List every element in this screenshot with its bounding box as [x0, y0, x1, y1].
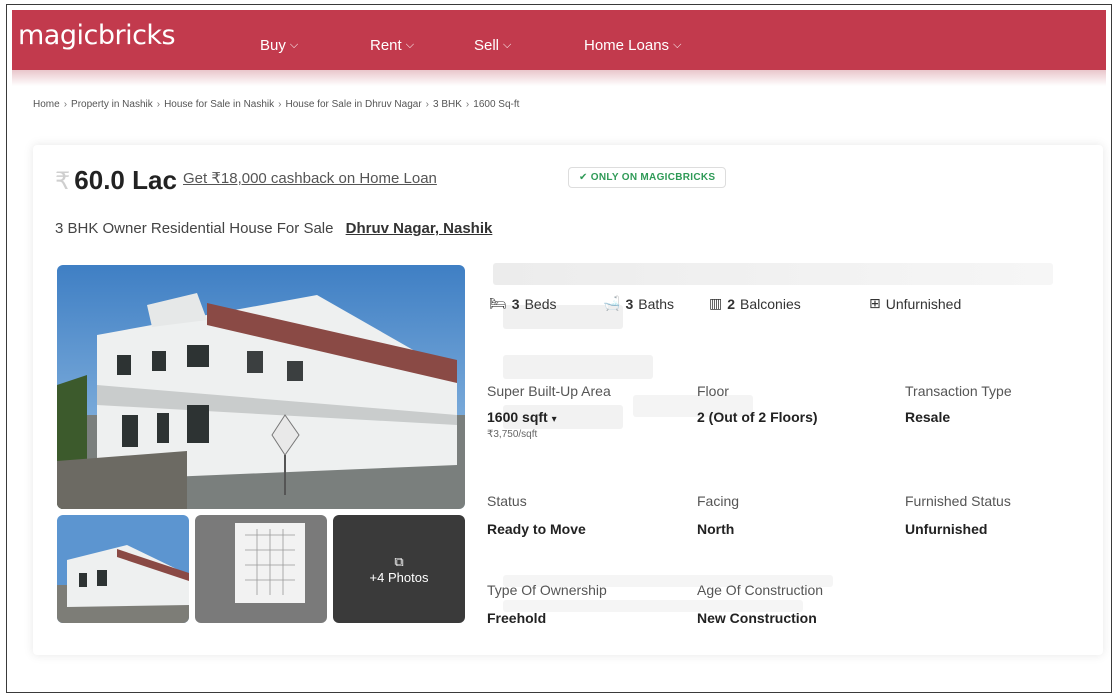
nav-buy-label: Buy	[260, 37, 286, 54]
thumbnail-more-photos[interactable]: ⧉ +4 Photos	[333, 515, 465, 623]
beds-count: 3	[511, 295, 520, 312]
only-on-magicbricks-badge: ✔ ONLY ON MAGICBRICKS	[568, 167, 727, 188]
check-icon: ✔	[579, 172, 588, 183]
area-label: Super Built-Up Area	[487, 383, 611, 399]
header-shadow	[12, 70, 1106, 86]
breadcrumb: Home › Property in Nashik › House for Sale…	[33, 99, 520, 110]
chevron-down-icon: ▾	[551, 414, 557, 425]
nav-home-loans[interactable]: Home Loans ⌵	[584, 37, 681, 54]
breadcrumb-house-for-sale-nashik[interactable]: House for Sale in Nashik	[164, 99, 274, 110]
thumbnail-floor-plan[interactable]	[195, 515, 327, 623]
chevron-down-icon: ⌵	[673, 39, 682, 51]
balcony-icon: ▥	[709, 295, 723, 311]
status-label: Status	[487, 493, 527, 509]
chevron-down-icon: ⌵	[289, 39, 299, 51]
breadcrumb-area: 1600 Sq-ft	[473, 99, 520, 110]
furnishing-label: Unfurnished	[885, 295, 962, 312]
furnished-status-value: Unfurnished	[905, 521, 988, 537]
age-label: Age Of Construction	[697, 582, 824, 598]
nav-rent-label: Rent	[370, 37, 402, 54]
badge-label: ONLY ON MAGICBRICKS	[590, 172, 716, 183]
nav-sell-label: Sell	[474, 37, 500, 54]
floor-label: Floor	[697, 383, 729, 399]
nav-home-loans-label: Home Loans	[584, 37, 670, 54]
price-amount: 60.0 Lac	[74, 165, 177, 195]
top-navigation-bar: magicbricks Buy ⌵ Rent ⌵ Sell ⌵ Home Loa…	[12, 10, 1106, 70]
thumbnail-photo-1[interactable]	[57, 515, 189, 623]
baths-label: Baths	[638, 295, 675, 312]
location-link[interactable]: Dhruv Nagar, Nashik	[346, 220, 493, 237]
window-icon: ⊞	[869, 295, 881, 311]
listing-title-text: 3 BHK Owner Residential House For Sale	[55, 220, 334, 237]
house-thumbnail	[57, 515, 189, 623]
facing-label: Facing	[697, 493, 740, 509]
bed-icon: 🛏	[489, 295, 507, 311]
amenity-furnishing: ⊞ Unfurnished	[869, 295, 961, 312]
baths-count: 3	[625, 295, 634, 312]
balconies-label: Balconies	[740, 295, 801, 312]
nav-sell[interactable]: Sell ⌵	[474, 37, 511, 54]
status-value: Ready to Move	[487, 521, 586, 537]
ownership-value: Freehold	[487, 610, 547, 626]
floor-plan-thumbnail	[195, 515, 327, 623]
listing-title: 3 BHK Owner Residential House For Sale D…	[55, 220, 492, 237]
transaction-value: Resale	[905, 409, 951, 425]
more-photos-label: +4 Photos	[369, 569, 429, 585]
breadcrumb-house-for-sale-dhruv-nagar[interactable]: House for Sale in Dhruv Nagar	[285, 99, 421, 110]
amenity-beds: 🛏 3 Beds	[489, 295, 557, 312]
amenity-balconies: ▥ 2 Balconies	[709, 295, 801, 312]
nav-buy[interactable]: Buy ⌵	[260, 37, 298, 54]
rupee-icon: ₹	[55, 168, 71, 195]
balconies-count: 2	[727, 295, 736, 312]
house-photo	[57, 265, 465, 509]
bath-icon: 🛁	[603, 295, 621, 311]
breadcrumb-3bhk[interactable]: 3 BHK	[433, 99, 462, 110]
furnished-status-label: Furnished Status	[905, 493, 1011, 509]
image-icon: ⧉	[394, 553, 404, 569]
price-per-sqft: ₹3,750/sqft	[487, 429, 538, 440]
price: ₹ 60.0 Lac	[55, 165, 177, 196]
area-value[interactable]: 1600 sqft ▾	[487, 409, 557, 425]
ownership-label: Type Of Ownership	[487, 582, 607, 598]
beds-label: Beds	[524, 295, 557, 312]
cashback-link[interactable]: Get ₹18,000 cashback on Home Loan	[183, 169, 437, 187]
facing-value: North	[697, 521, 735, 537]
amenity-baths: 🛁 3 Baths	[603, 295, 674, 312]
magicbricks-logo[interactable]: magicbricks	[18, 20, 176, 51]
nav-rent[interactable]: Rent ⌵	[370, 37, 414, 54]
transaction-label: Transaction Type	[905, 383, 1012, 399]
floor-value: 2 (Out of 2 Floors)	[697, 409, 818, 425]
chevron-down-icon: ⌵	[405, 39, 415, 51]
breadcrumb-property-in-nashik[interactable]: Property in Nashik	[71, 99, 153, 110]
more-vertical-icon[interactable]: ⋮	[1099, 161, 1103, 183]
age-value: New Construction	[697, 610, 817, 626]
screenshot-frame: magicbricks Buy ⌵ Rent ⌵ Sell ⌵ Home Loa…	[6, 4, 1112, 693]
chevron-down-icon: ⌵	[503, 39, 512, 51]
main-property-photo[interactable]	[57, 265, 465, 509]
property-card: ₹ 60.0 Lac Get ₹18,000 cashback on Home …	[33, 145, 1103, 655]
breadcrumb-home[interactable]: Home	[33, 99, 60, 110]
